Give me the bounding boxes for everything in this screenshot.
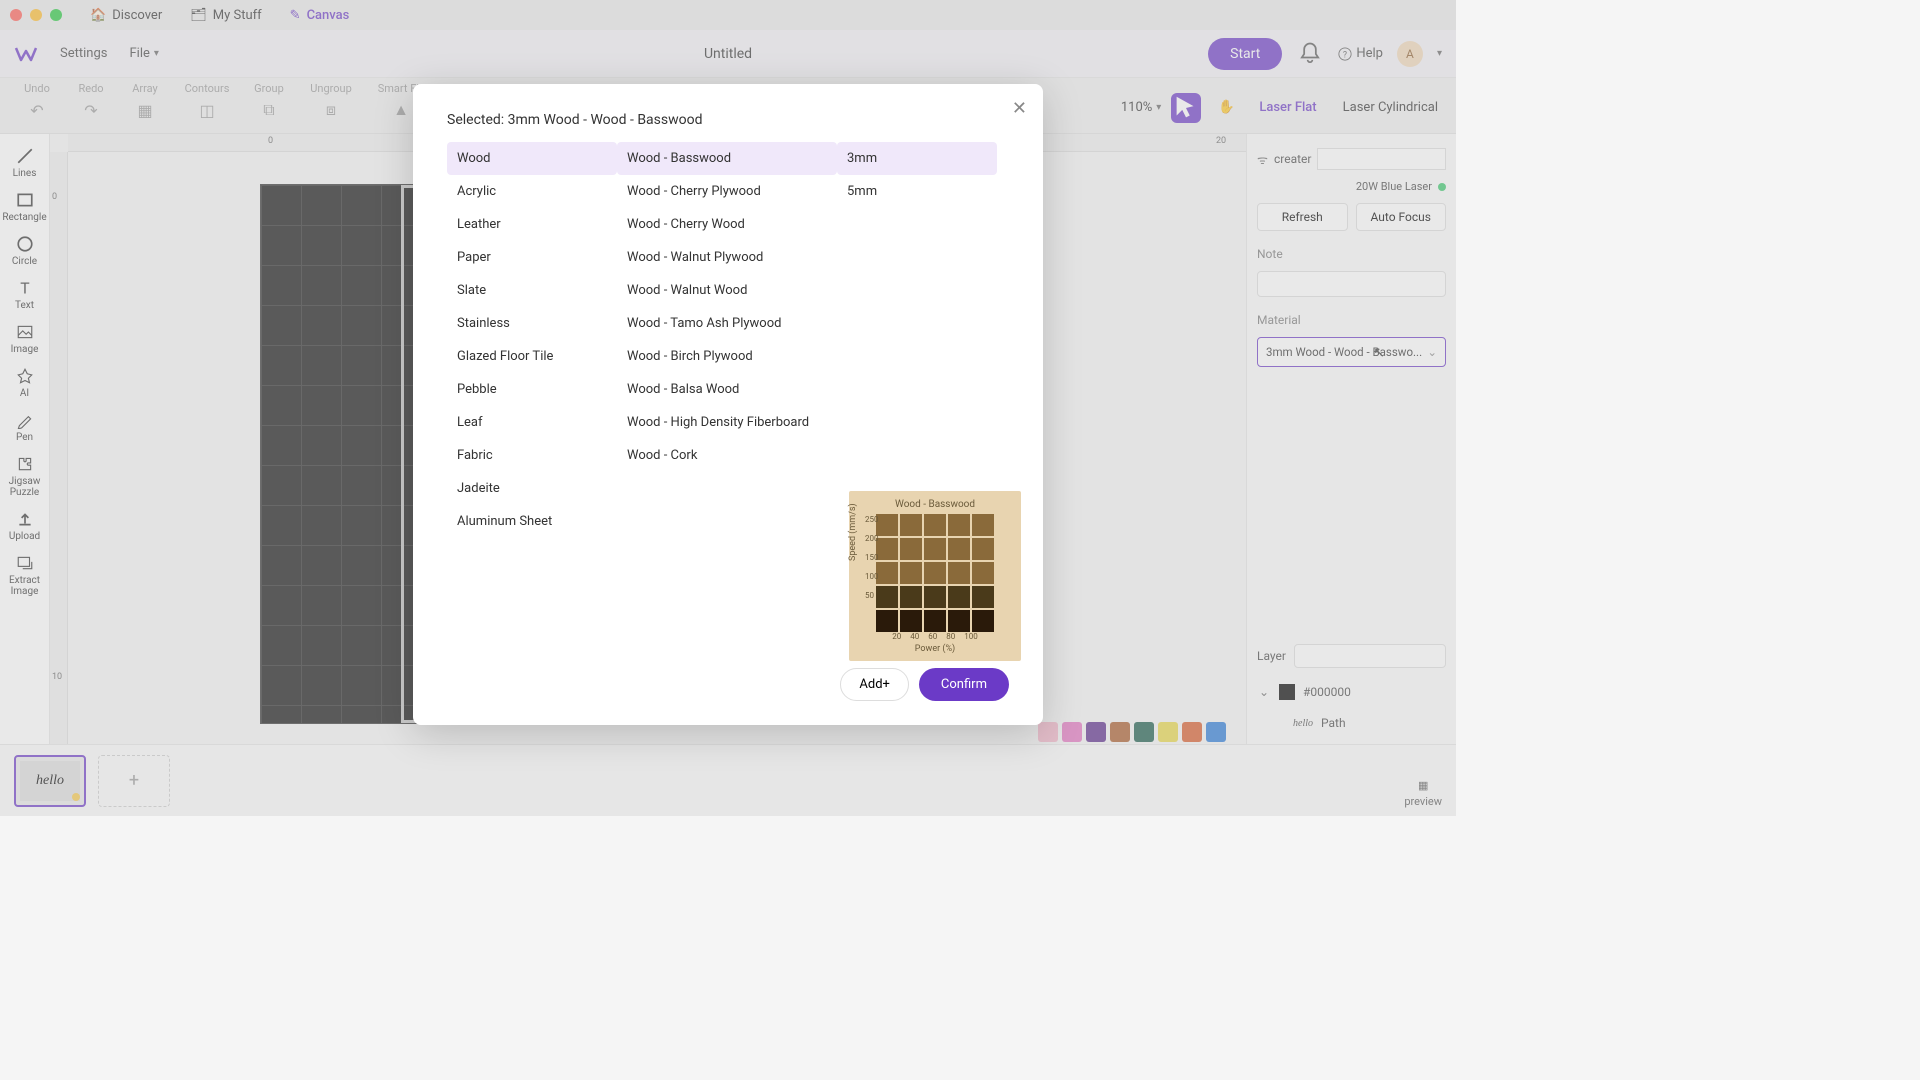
close-icon: ✕ [1012, 98, 1027, 119]
sample-grid [876, 514, 994, 632]
material-option[interactable]: Slate [447, 274, 617, 307]
material-option[interactable]: Wood - Cork [617, 439, 837, 472]
close-button[interactable]: ✕ [1012, 98, 1027, 119]
material-option[interactable]: Jadeite [447, 472, 617, 505]
material-option[interactable]: Wood - Walnut Wood [617, 274, 837, 307]
modal-overlay: ✕ Selected: 3mm Wood - Wood - Basswood W… [0, 0, 1456, 816]
material-option[interactable]: Wood - Birch Plywood [617, 340, 837, 373]
material-option[interactable]: Acrylic [447, 175, 617, 208]
material-option[interactable]: Wood - Walnut Plywood [617, 241, 837, 274]
material-columns: WoodAcrylicLeatherPaperSlateStainlessGla… [447, 142, 1009, 538]
material-option[interactable]: Leather [447, 208, 617, 241]
add-material-button[interactable]: Add+ [840, 668, 909, 701]
material-option[interactable]: Wood - Balsa Wood [617, 373, 837, 406]
sample-xlabel: Power (%) [915, 644, 955, 654]
material-option[interactable]: 3mm [837, 142, 997, 175]
subtype-column: Wood - BasswoodWood - Cherry PlywoodWood… [617, 142, 837, 538]
category-column: WoodAcrylicLeatherPaperSlateStainlessGla… [447, 142, 617, 538]
material-option[interactable]: Wood - Cherry Wood [617, 208, 837, 241]
material-option[interactable]: Wood [447, 142, 617, 175]
sample-x-ticks: 20406080100 [892, 632, 978, 641]
material-option[interactable]: Stainless [447, 307, 617, 340]
material-sample-preview: Wood - Basswood 25020015010050 204060801… [849, 491, 1021, 661]
material-option[interactable]: Aluminum Sheet [447, 505, 617, 538]
thickness-column: 3mm5mm [837, 142, 997, 538]
material-option[interactable]: Wood - Tamo Ash Plywood [617, 307, 837, 340]
material-option[interactable]: Pebble [447, 373, 617, 406]
selected-summary: Selected: 3mm Wood - Wood - Basswood [447, 112, 1009, 128]
sample-y-ticks: 25020015010050 [865, 515, 879, 600]
material-option[interactable]: Fabric [447, 439, 617, 472]
material-option[interactable]: Leaf [447, 406, 617, 439]
confirm-button[interactable]: Confirm [919, 668, 1009, 701]
material-option[interactable]: Wood - Basswood [617, 142, 837, 175]
sample-title: Wood - Basswood [895, 499, 975, 510]
material-option[interactable]: 5mm [837, 175, 997, 208]
material-option[interactable]: Glazed Floor Tile [447, 340, 617, 373]
material-option[interactable]: Wood - Cherry Plywood [617, 175, 837, 208]
material-option[interactable]: Wood - High Density Fiberboard [617, 406, 837, 439]
material-option[interactable]: Paper [447, 241, 617, 274]
sample-ylabel: Speed (mm/s) [848, 503, 858, 561]
material-modal: ✕ Selected: 3mm Wood - Wood - Basswood W… [413, 84, 1043, 725]
